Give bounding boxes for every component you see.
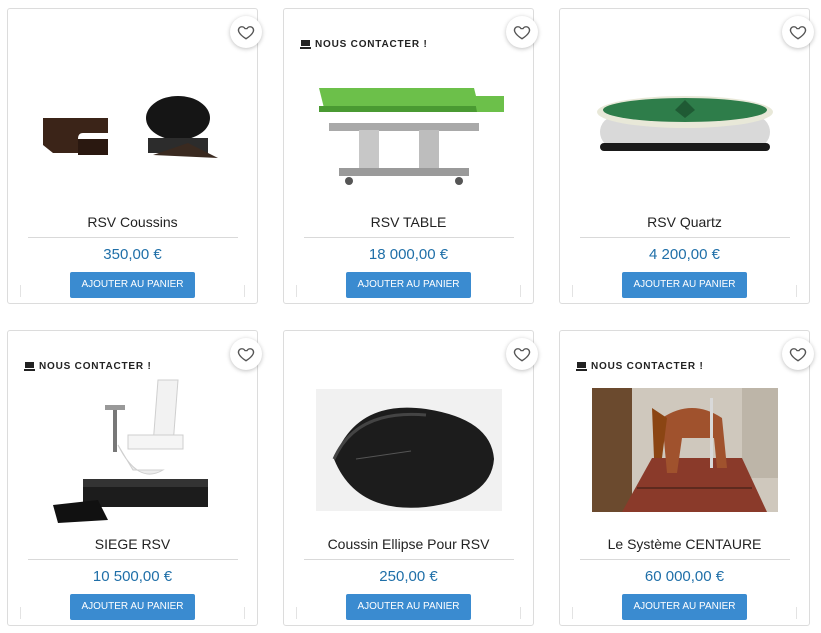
product-name[interactable]: RSV TABLE xyxy=(284,214,533,230)
wishlist-button[interactable] xyxy=(506,338,538,370)
product-image[interactable] xyxy=(304,53,514,203)
product-name[interactable]: Coussin Ellipse Pour RSV xyxy=(284,536,533,552)
add-to-cart-button[interactable]: AJOUTER AU PANIER xyxy=(622,594,747,620)
product-price: 10 500,00 € xyxy=(92,568,173,585)
heart-outline-icon xyxy=(237,348,255,362)
divider xyxy=(580,559,790,560)
divider xyxy=(304,237,514,238)
add-to-cart-button[interactable]: AJOUTER AU PANIER xyxy=(70,594,195,620)
heart-outline-icon xyxy=(789,26,807,40)
heart-outline-icon xyxy=(513,348,531,362)
divider-tick xyxy=(20,607,21,619)
laptop-icon xyxy=(300,40,311,49)
divider xyxy=(580,237,790,238)
chair-image xyxy=(53,379,208,523)
product-card: NOUS CONTACTER ! Le Système CENTAURE 60 … xyxy=(559,330,814,626)
contact-flag-label: NOUS CONTACTER ! xyxy=(315,39,428,50)
product-price: 18 000,00 € xyxy=(368,246,449,263)
divider xyxy=(28,237,238,238)
product-card: RSV Coussins 350,00 € AJOUTER AU PANIER xyxy=(7,8,262,304)
product-image[interactable] xyxy=(28,375,238,525)
divider-tick xyxy=(244,285,245,297)
horse-platform-image xyxy=(592,388,778,512)
product-price: 60 000,00 € xyxy=(644,568,725,585)
contact-flag-label: NOUS CONTACTER ! xyxy=(39,361,152,372)
add-to-cart-button[interactable]: AJOUTER AU PANIER xyxy=(622,272,747,298)
wishlist-button[interactable] xyxy=(506,16,538,48)
contact-flag: NOUS CONTACTER ! xyxy=(576,361,704,372)
divider-tick xyxy=(796,285,797,297)
wishlist-button[interactable] xyxy=(230,338,262,370)
product-price: 350,00 € xyxy=(103,246,162,263)
product-image[interactable] xyxy=(580,53,790,203)
heart-outline-icon xyxy=(513,26,531,40)
product-price: 250,00 € xyxy=(379,568,438,585)
laptop-icon xyxy=(576,362,587,371)
laptop-icon xyxy=(24,362,35,371)
product-image[interactable] xyxy=(28,53,238,203)
divider-tick xyxy=(244,607,245,619)
wishlist-button[interactable] xyxy=(230,16,262,48)
divider-tick xyxy=(20,285,21,297)
product-image[interactable] xyxy=(304,375,514,525)
divider-tick xyxy=(296,607,297,619)
divider-tick xyxy=(520,607,521,619)
heart-outline-icon xyxy=(237,26,255,40)
product-card: NOUS CONTACTER ! RSV TABLE 18 000,00 € A… xyxy=(283,8,538,304)
contact-flag: NOUS CONTACTER ! xyxy=(300,39,428,50)
add-to-cart-button[interactable]: AJOUTER AU PANIER xyxy=(70,272,195,298)
ellipse-cushion-image xyxy=(316,389,502,511)
product-name[interactable]: RSV Quartz xyxy=(560,214,809,230)
divider xyxy=(304,559,514,560)
product-card: NOUS CONTACTER ! SIEGE RSV 10 500,00 € A… xyxy=(7,330,262,626)
contact-flag-label: NOUS CONTACTER ! xyxy=(591,361,704,372)
divider-tick xyxy=(296,285,297,297)
divider-tick xyxy=(572,607,573,619)
product-name[interactable]: RSV Coussins xyxy=(8,214,257,230)
divider-tick xyxy=(572,285,573,297)
product-name[interactable]: Le Système CENTAURE xyxy=(560,536,809,552)
heart-outline-icon xyxy=(789,348,807,362)
table-image xyxy=(319,88,504,185)
quartz-platform-image xyxy=(597,96,773,151)
add-to-cart-button[interactable]: AJOUTER AU PANIER xyxy=(346,272,471,298)
product-name[interactable]: SIEGE RSV xyxy=(8,536,257,552)
cushions-image xyxy=(43,96,218,158)
wishlist-button[interactable] xyxy=(782,338,814,370)
divider-tick xyxy=(520,285,521,297)
contact-flag: NOUS CONTACTER ! xyxy=(24,361,152,372)
divider xyxy=(28,559,238,560)
wishlist-button[interactable] xyxy=(782,16,814,48)
product-card: RSV Quartz 4 200,00 € AJOUTER AU PANIER xyxy=(559,8,814,304)
product-price: 4 200,00 € xyxy=(649,246,720,263)
product-card: Coussin Ellipse Pour RSV 250,00 € AJOUTE… xyxy=(283,330,538,626)
divider-tick xyxy=(796,607,797,619)
product-image[interactable] xyxy=(580,375,790,525)
add-to-cart-button[interactable]: AJOUTER AU PANIER xyxy=(346,594,471,620)
